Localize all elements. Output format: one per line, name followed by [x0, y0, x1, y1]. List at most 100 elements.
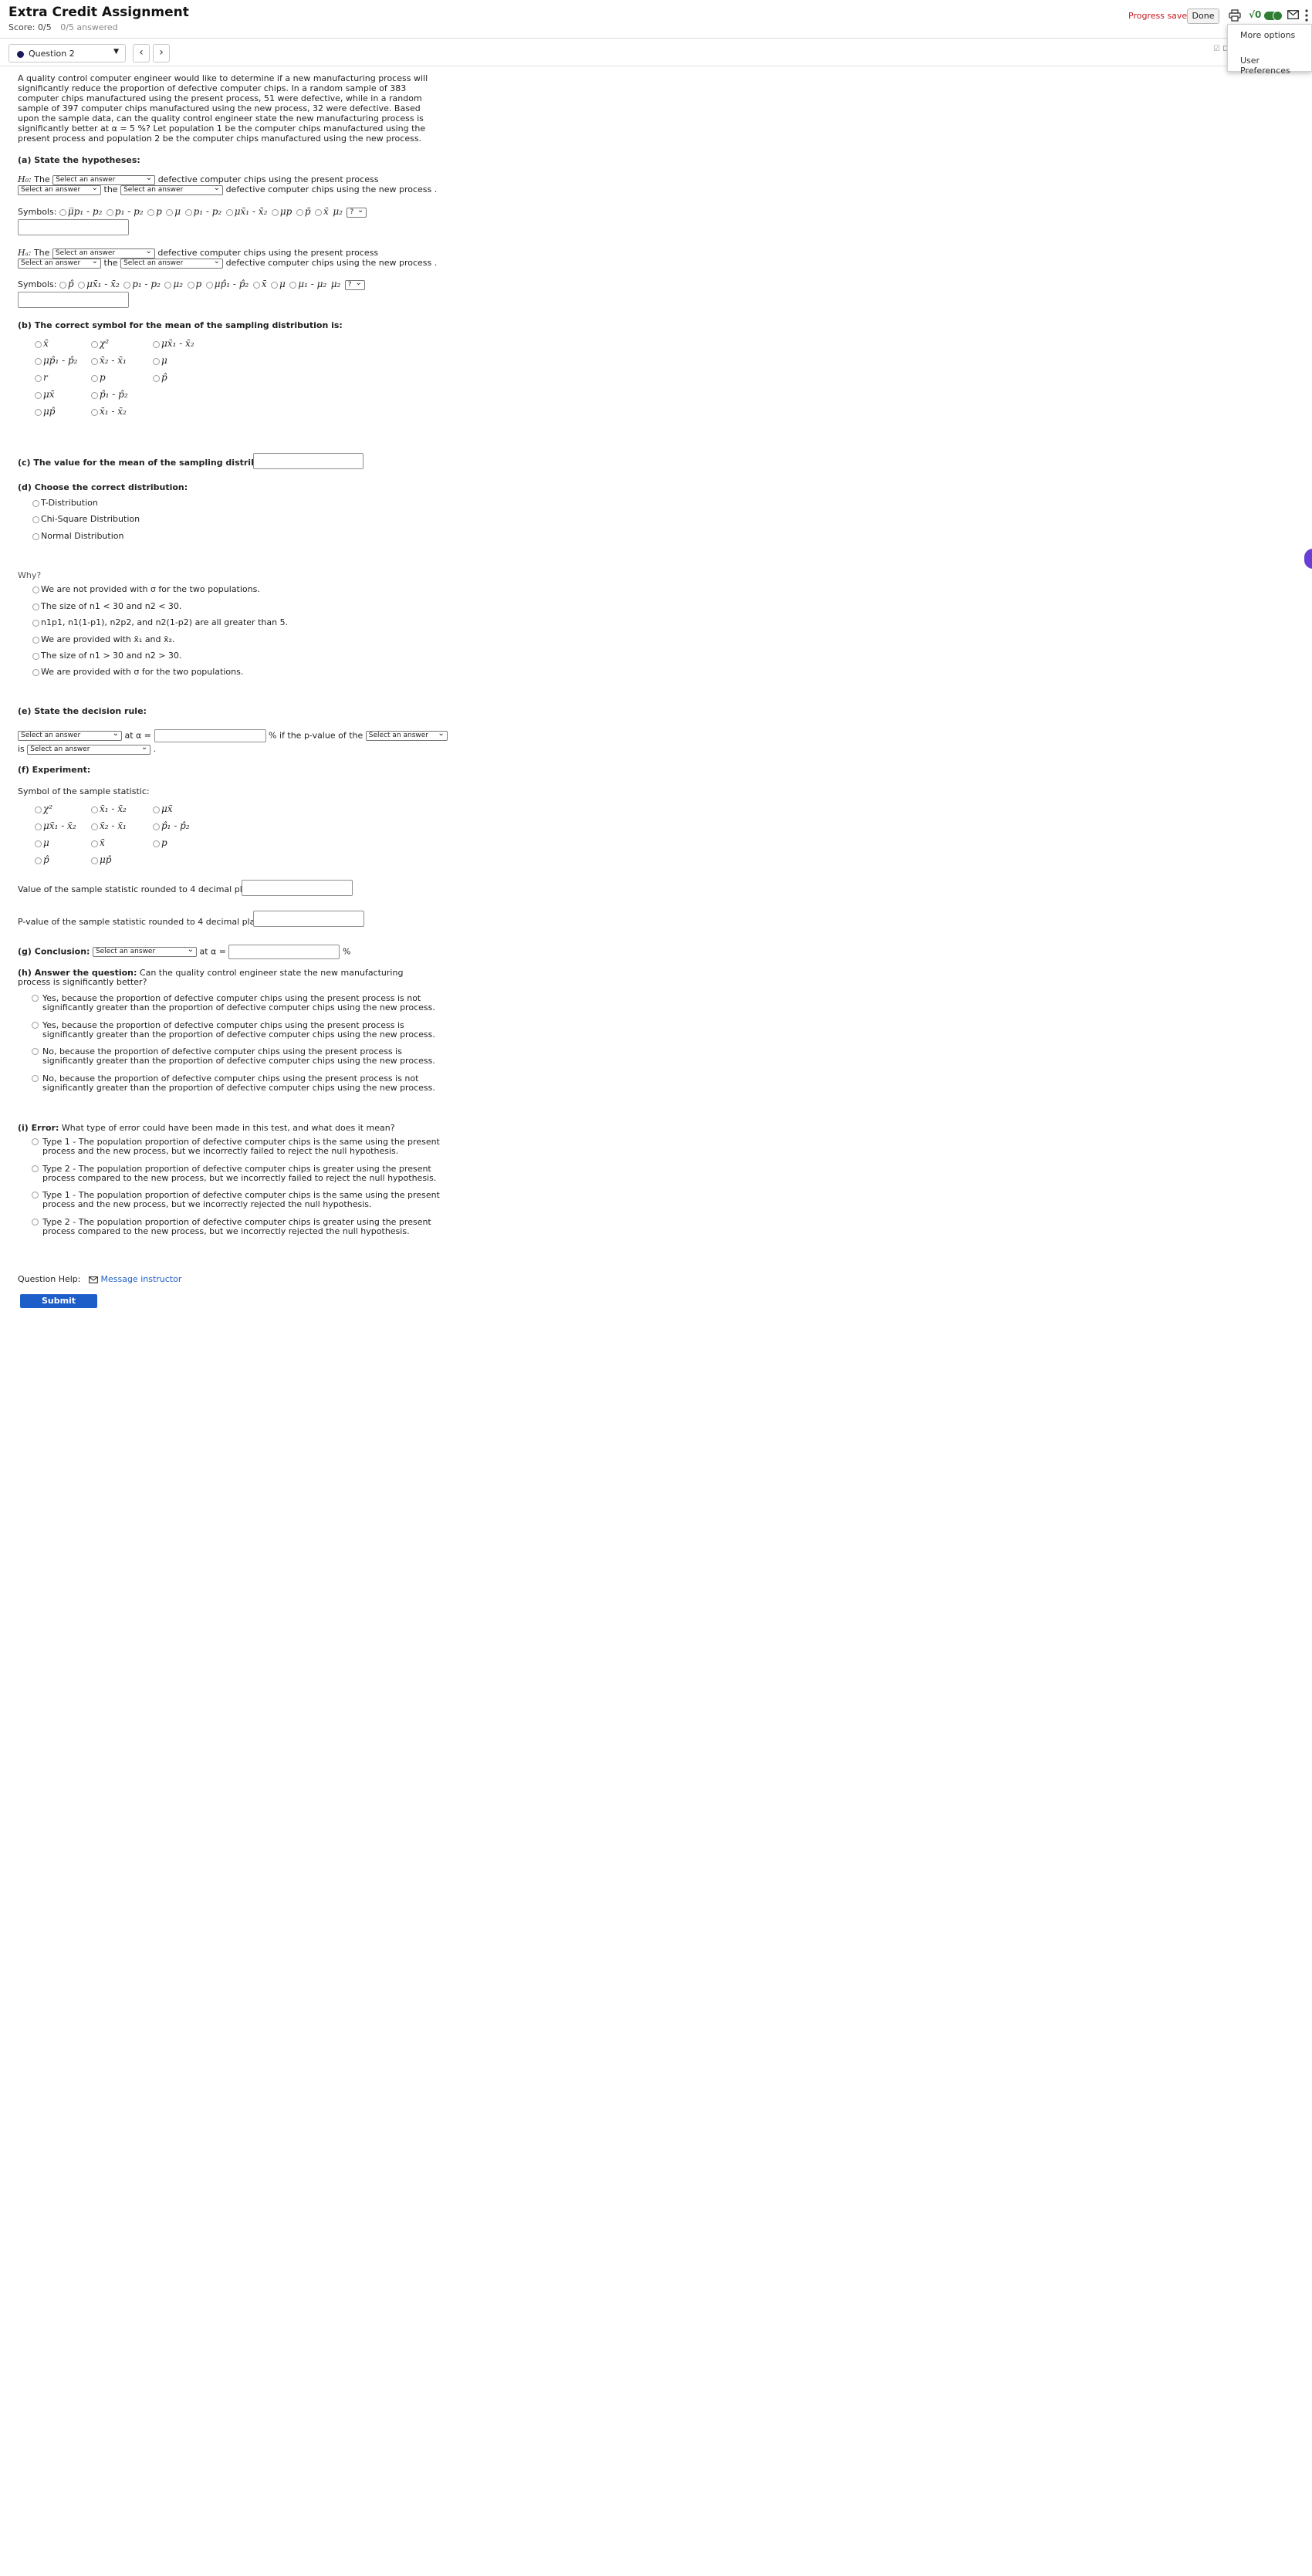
score-line: Score: 0/5 0/5 answered — [8, 22, 118, 32]
math-display-toggle[interactable]: √0 — [1249, 8, 1283, 22]
ha-parameter2-select[interactable]: Select an answer — [120, 257, 224, 269]
ha-parameter-select[interactable]: Select an answer — [52, 247, 155, 259]
part-b-option[interactable]: μp̂ — [35, 406, 55, 417]
sample-value-input[interactable] — [242, 880, 353, 896]
h0-symbol-option[interactable]: μp — [271, 206, 292, 217]
why-option[interactable]: We are provided with x̄₁ and x̄₂. — [32, 634, 174, 644]
sample-symbol-option[interactable]: μx̄₁ - x̄₂ — [35, 820, 76, 831]
more-options-icon[interactable] — [1304, 8, 1309, 22]
question-status-dot — [17, 51, 24, 58]
sample-symbol-option[interactable]: μ — [35, 837, 49, 848]
sample-symbol-option[interactable]: p — [153, 837, 167, 848]
decision-comparison-select[interactable]: Select an answer — [27, 743, 151, 755]
ha-symbol-option[interactable]: x̄ — [252, 279, 266, 289]
p-value-input[interactable] — [253, 911, 364, 927]
toggle-knob — [1273, 11, 1283, 21]
message-instructor-link[interactable]: Message instructor — [100, 1274, 181, 1284]
conclusion-select[interactable]: Select an answer — [92, 945, 197, 957]
sample-symbol-option[interactable]: χ² — [35, 803, 52, 814]
part-b-option[interactable]: p — [91, 372, 106, 383]
sample-symbol-option[interactable]: x̄ — [91, 837, 105, 848]
h0-symbol-option[interactable]: μ₂ — [333, 206, 343, 217]
why-option[interactable]: We are provided with σ for the two popul… — [32, 667, 243, 677]
sample-symbol-option[interactable]: μx̄ — [153, 803, 173, 814]
h0-symbol-option[interactable]: p₁ - p₂ — [184, 206, 221, 217]
submit-question-button[interactable]: Submit Question — [20, 1294, 97, 1320]
distribution-option[interactable]: T-Distribution — [32, 498, 98, 508]
why-option[interactable]: We are not provided with σ for the two p… — [32, 584, 260, 594]
h0-symbol-option[interactable]: μx̄₁ - x̄₂ — [225, 206, 267, 217]
h0-symbol-option[interactable]: p̄ — [296, 206, 311, 217]
h0-symbol-answer-input[interactable] — [18, 219, 129, 235]
why-option[interactable]: The size of n1 > 30 and n2 > 30. — [32, 651, 181, 661]
ha-symbol-option[interactable]: μx̄₁ - x̄₂ — [78, 279, 120, 289]
printer-icon[interactable] — [1229, 9, 1241, 22]
part-b-option[interactable]: μ — [153, 355, 167, 366]
ha-symbol-option[interactable]: μ₂ — [331, 279, 341, 289]
ha-symbol-answer-input[interactable] — [18, 292, 129, 308]
part-b-title: (b) The correct symbol for the mean of t… — [18, 320, 343, 330]
part-b-option[interactable]: x̄ — [35, 338, 49, 349]
part-b-option[interactable]: μx̄ — [35, 389, 55, 400]
part-e-title: (e) State the decision rule: — [18, 706, 147, 716]
h0-symbol-option[interactable]: p₁ - p₂ — [106, 206, 144, 217]
h0-symbols-label: Symbols: — [18, 207, 57, 217]
done-button[interactable]: Done — [1187, 8, 1219, 24]
h0-new-text: defective computer chips using the new p… — [225, 184, 438, 194]
h0-symbol-option[interactable]: p — [147, 206, 162, 217]
sampling-mean-input[interactable] — [253, 453, 364, 469]
next-question-button[interactable]: › — [153, 44, 170, 63]
part-b-option[interactable]: p̂ — [153, 372, 167, 383]
sample-symbol-option[interactable]: x̄₂ - x̄₁ — [91, 820, 127, 831]
h0-parameter-select[interactable]: Select an answer — [52, 174, 156, 185]
h0-symbol-option[interactable]: μ̅p₁ - p₂ — [59, 206, 102, 217]
sample-symbol-option[interactable]: p̂ — [35, 854, 49, 865]
part-h-heading: (h) Answer the question: Can the quality… — [18, 969, 419, 987]
h0-parameter2-select[interactable]: Select an answer — [120, 184, 224, 195]
side-feedback-tab[interactable] — [1304, 549, 1312, 569]
part-b-option[interactable]: μx̄₁ - x̄₂ — [153, 338, 194, 349]
why-option[interactable]: The size of n1 < 30 and n2 < 30. — [32, 601, 181, 611]
part-i-title: (i) Error: — [18, 1123, 59, 1133]
distribution-option[interactable]: Normal Distribution — [32, 531, 123, 541]
h0-symbol-relation-select[interactable]: ? — [347, 206, 367, 218]
h0-symbol-option[interactable]: x̄ — [315, 206, 329, 217]
why-option[interactable]: n1p1, n1(1-p1), n2p2, and n2(1-p2) are a… — [32, 617, 288, 627]
ha-relation-select[interactable]: Select an answer — [18, 257, 101, 269]
question-selector[interactable]: Question 2 ▼ — [8, 44, 126, 63]
menu-item-user-preferences[interactable]: User Preferences — [1240, 56, 1311, 76]
sample-symbol-option[interactable]: p̂₁ - p̂₂ — [153, 820, 190, 831]
part-b-option[interactable]: x̄₂ - x̄₁ — [91, 355, 127, 366]
decision-alpha-input[interactable] — [154, 729, 266, 742]
sample-symbol-option[interactable]: μp̂ — [91, 854, 111, 865]
ha-symbol-option[interactable]: μ₁ - μ₂ — [289, 279, 326, 289]
ha-symbol-option[interactable]: p̂ — [59, 279, 74, 289]
decision-action-select[interactable]: Select an answer — [18, 729, 122, 741]
mail-icon[interactable] — [1287, 10, 1299, 19]
menu-item-more-options[interactable]: More options — [1240, 30, 1295, 40]
decision-statistic-select[interactable]: Select an answer — [365, 729, 448, 741]
ha-symbol-option[interactable]: μ₂ — [164, 279, 183, 289]
part-b-option[interactable]: x̄₁ - x̄₂ — [91, 406, 127, 417]
part-b-option[interactable]: μp̂₁ - p̂₂ — [35, 355, 77, 366]
h0-symbol-option[interactable]: μ — [166, 206, 181, 217]
progress-saved-status: Progress saved — [1128, 11, 1193, 21]
distribution-option[interactable]: Chi-Square Distribution — [32, 514, 140, 524]
ha-symbol-option[interactable]: p₁ - p₂ — [123, 279, 161, 289]
math-toggle-label: √0 — [1249, 9, 1262, 20]
part-b-option[interactable]: χ² — [91, 338, 109, 349]
answered-count: 0/5 answered — [60, 22, 118, 32]
h0-relation-select[interactable]: Select an answer — [18, 184, 101, 195]
sample-symbol-option[interactable]: x̄₁ - x̄₂ — [91, 803, 127, 814]
ha-symbol-option[interactable]: p — [187, 279, 201, 289]
ha-symbol-option[interactable]: μ — [270, 279, 286, 289]
ha-symbol-option[interactable]: μp̂₁ - p̂₂ — [205, 279, 249, 289]
ha-symbol-relation-select[interactable]: ? — [344, 279, 365, 290]
h0-present-text: defective computer chips using the prese… — [157, 174, 379, 184]
part-b-option[interactable]: p̂₁ - p̂₂ — [91, 389, 128, 400]
previous-question-button[interactable]: ‹ — [133, 44, 150, 63]
conclusion-alpha-input[interactable] — [228, 945, 340, 959]
part-b-option[interactable]: r — [35, 372, 48, 383]
ha-the: The — [33, 248, 50, 258]
more-options-menu: More options User Preferences — [1227, 24, 1312, 76]
